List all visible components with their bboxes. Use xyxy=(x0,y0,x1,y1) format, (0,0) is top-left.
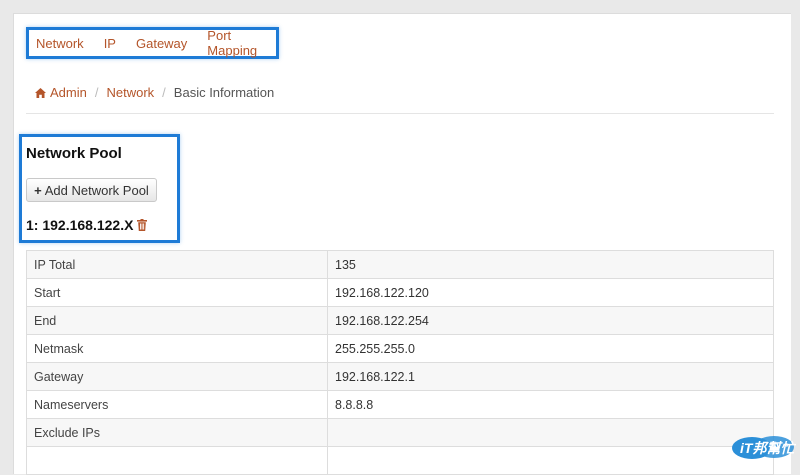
breadcrumb-admin-label: Admin xyxy=(50,85,87,100)
table-row xyxy=(26,446,774,475)
nav-gateway[interactable]: Gateway xyxy=(136,36,187,51)
table-key: Netmask xyxy=(26,334,328,363)
add-network-pool-button[interactable]: + Add Network Pool xyxy=(26,178,157,202)
home-icon xyxy=(35,88,46,98)
network-pool-entry: 1: 192.168.122.X xyxy=(26,217,148,233)
breadcrumb-separator: / xyxy=(94,85,99,100)
table-key: IP Total xyxy=(26,250,328,279)
table-key xyxy=(26,446,328,475)
table-value: 192.168.122.254 xyxy=(327,306,774,335)
trash-icon[interactable] xyxy=(137,219,148,231)
breadcrumb-current: Basic Information xyxy=(173,85,275,100)
network-pool-title: Network Pool xyxy=(26,145,122,162)
network-pool-table: IP Total 135 Start 192.168.122.120 End 1… xyxy=(26,250,774,475)
table-key: Exclude IPs xyxy=(26,418,328,447)
network-pool-entry-label: 1: 192.168.122.X xyxy=(26,217,134,233)
table-value: 192.168.122.120 xyxy=(327,278,774,307)
divider xyxy=(26,113,774,114)
table-value[interactable]: 135 xyxy=(327,250,774,279)
ithome-logo-watermark: iT邦幫忙 xyxy=(732,436,796,459)
breadcrumb: Admin / Network / Basic Information xyxy=(35,85,274,100)
top-navigation: Network IP Gateway Port Mapping xyxy=(26,27,279,59)
table-row: Start 192.168.122.120 xyxy=(26,278,774,307)
add-network-pool-label: Add Network Pool xyxy=(44,182,149,198)
table-value: 255.255.255.0 xyxy=(327,334,774,363)
breadcrumb-separator: / xyxy=(162,85,166,100)
table-row: Exclude IPs xyxy=(26,418,774,447)
table-key: Start xyxy=(26,278,328,307)
table-key: End xyxy=(26,306,328,335)
table-row: End 192.168.122.254 xyxy=(26,306,774,335)
plus-icon: + xyxy=(34,182,42,198)
nav-network[interactable]: Network xyxy=(36,36,84,51)
table-row: Netmask 255.255.255.0 xyxy=(26,334,774,363)
nav-ip[interactable]: IP xyxy=(104,36,116,51)
nav-port-mapping[interactable]: Port Mapping xyxy=(207,28,257,58)
table-value: 192.168.122.1 xyxy=(327,362,774,391)
table-key: Nameservers xyxy=(26,390,328,419)
table-row: IP Total 135 xyxy=(26,250,774,279)
table-value xyxy=(327,418,774,447)
table-row: Gateway 192.168.122.1 xyxy=(26,362,774,391)
table-key: Gateway xyxy=(26,362,328,391)
table-value: 8.8.8.8 xyxy=(327,390,774,419)
table-row: Nameservers 8.8.8.8 xyxy=(26,390,774,419)
svg-text:iT邦幫忙: iT邦幫忙 xyxy=(740,440,796,456)
breadcrumb-network[interactable]: Network xyxy=(106,85,154,100)
table-value xyxy=(327,446,774,475)
breadcrumb-admin[interactable]: Admin xyxy=(35,85,87,100)
